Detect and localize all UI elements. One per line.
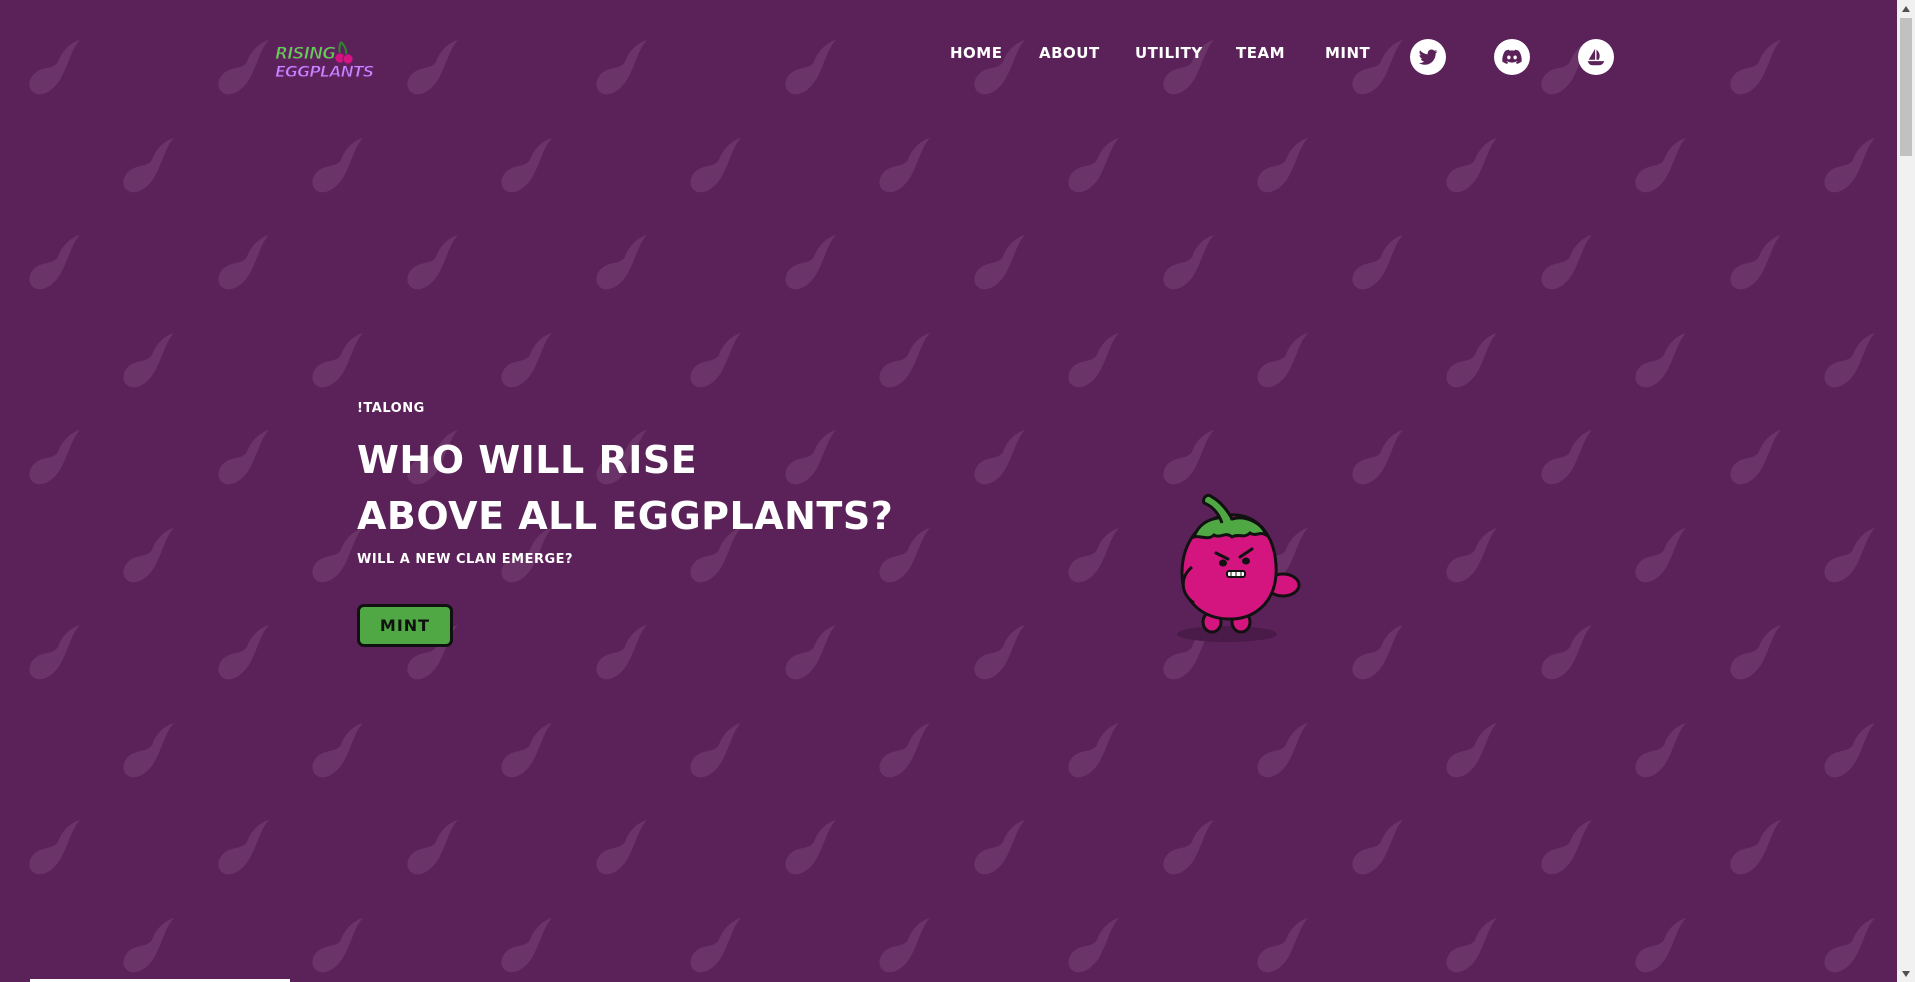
opensea-button[interactable]: [1578, 39, 1614, 75]
mint-button[interactable]: MINT: [357, 604, 453, 647]
discord-button[interactable]: [1494, 39, 1530, 75]
cherry-icon: [334, 41, 354, 65]
twitter-icon: [1418, 49, 1438, 65]
nav-home[interactable]: HOME: [950, 44, 1002, 62]
hero-kicker: !TALONG: [357, 401, 425, 416]
twitter-button[interactable]: [1410, 39, 1446, 75]
hero-title: WHO WILL RISE ABOVE ALL EGGPLANTS?: [357, 432, 893, 544]
hero-subtitle: WILL A NEW CLAN EMERGE?: [357, 552, 574, 567]
hero-title-line1: WHO WILL RISE: [357, 438, 698, 482]
nav-about[interactable]: ABOUT: [1039, 44, 1100, 62]
scroll-up-arrow-icon[interactable]: [1897, 0, 1915, 17]
vertical-scrollbar[interactable]: [1897, 0, 1915, 982]
scroll-down-arrow-icon[interactable]: [1897, 965, 1915, 982]
site-logo[interactable]: RISING EGGPLANTS: [274, 40, 375, 84]
hero-title-line2: ABOVE ALL EGGPLANTS?: [357, 494, 894, 538]
angry-eggplant-mascot: [1177, 493, 1301, 642]
discord-icon: [1502, 49, 1522, 64]
logo-text-rising: RISING: [274, 44, 336, 65]
logo-text-eggplants: EGGPLANTS: [274, 62, 374, 82]
scrollbar-thumb[interactable]: [1900, 18, 1912, 156]
opensea-icon: [1587, 48, 1605, 66]
nav-mint[interactable]: MINT: [1325, 44, 1370, 62]
nav-utility[interactable]: UTILITY: [1135, 44, 1203, 62]
nav-team[interactable]: TEAM: [1236, 44, 1285, 62]
